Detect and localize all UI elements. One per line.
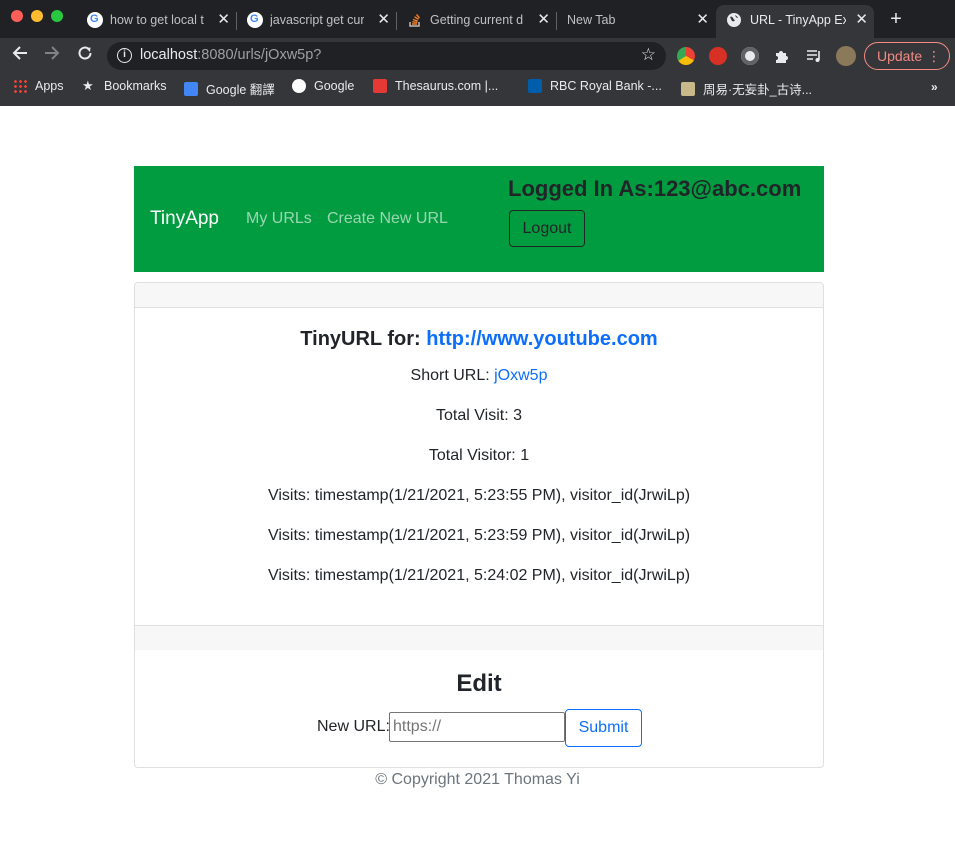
long-url-link[interactable]: http://www.youtube.com xyxy=(426,328,657,350)
total-visitor: Total Visitor: 1 xyxy=(428,447,530,464)
tab-title: New Tab xyxy=(567,13,616,27)
profile-avatar[interactable] xyxy=(836,46,856,66)
tinyurl-title: TinyURL for: http://www.youtube.com xyxy=(300,328,658,350)
navbar: TinyApp My URLs Create New URL Logged In… xyxy=(134,166,824,272)
brand-link[interactable]: TinyApp xyxy=(150,208,219,230)
browser-chrome: how to get local t ✕ javascript get cur … xyxy=(0,0,955,106)
address-bar[interactable]: i localhost:8080/urls/jOxw5p? ☆ xyxy=(107,42,666,70)
info-icon[interactable]: i xyxy=(117,48,132,63)
maximize-window-button[interactable] xyxy=(51,10,63,22)
star-icon: ★ xyxy=(82,78,94,93)
reload-icon[interactable] xyxy=(74,44,96,67)
tab-title: how to get local t xyxy=(110,13,204,27)
visit-entry: Visits: timestamp(1/21/2021, 5:23:59 PM)… xyxy=(267,527,691,544)
browser-tab-2[interactable]: javascript get cur ✕ xyxy=(244,5,396,38)
logged-in-text: Logged In As:123@abc.com xyxy=(508,176,802,201)
bookmark-google[interactable]: Google xyxy=(292,79,354,93)
google-icon xyxy=(247,12,263,28)
close-icon[interactable]: ✕ xyxy=(855,11,868,29)
more-vertical-icon[interactable]: ⋮ xyxy=(927,43,941,69)
close-icon[interactable]: ✕ xyxy=(217,11,230,29)
browser-tab-1[interactable]: how to get local t ✕ xyxy=(84,5,236,38)
adblock-icon[interactable] xyxy=(709,47,727,65)
zhouyi-icon xyxy=(681,81,695,96)
bookmark-apps[interactable]: Apps xyxy=(13,79,64,93)
close-icon[interactable]: ✕ xyxy=(377,11,390,29)
puzzle-extensions-icon[interactable] xyxy=(773,47,791,65)
new-url-label: New URL: xyxy=(317,718,390,735)
submit-button[interactable]: Submit xyxy=(565,709,642,747)
stackoverflow-icon xyxy=(407,12,423,28)
browser-tab-3[interactable]: Getting current d ✕ xyxy=(404,5,556,38)
new-tab-button[interactable]: + xyxy=(886,8,906,31)
browser-toolbar: i localhost:8080/urls/jOxw5p? ☆ Update ⋮ xyxy=(0,38,955,74)
card-divider xyxy=(135,625,823,650)
bookmarks-overflow-icon[interactable]: » xyxy=(931,80,938,94)
url-card: TinyURL for: http://www.youtube.com Shor… xyxy=(134,282,824,768)
new-url-input[interactable] xyxy=(389,712,565,742)
tab-title: javascript get cur xyxy=(270,13,364,27)
close-icon[interactable]: ✕ xyxy=(537,11,550,29)
media-control-icon[interactable] xyxy=(805,47,823,65)
google-icon xyxy=(292,79,306,93)
bookmark-star-icon[interactable]: ☆ xyxy=(641,45,656,65)
thesaurus-icon xyxy=(373,79,387,93)
edit-heading: Edit xyxy=(456,670,502,697)
tab-divider xyxy=(396,12,397,30)
browser-tab-active[interactable]: URL - TinyApp Ex ✕ xyxy=(716,5,874,38)
short-url-link[interactable]: jOxw5p xyxy=(494,367,547,384)
rbc-icon xyxy=(528,79,542,93)
update-button[interactable]: Update ⋮ xyxy=(864,42,950,70)
chrome-extension-icon[interactable] xyxy=(677,47,695,65)
card-header xyxy=(135,283,823,308)
apps-grid-icon xyxy=(13,79,27,93)
url-text[interactable]: localhost:8080/urls/jOxw5p? xyxy=(140,47,321,63)
bookmark-google-translate[interactable]: Google 翻譯 xyxy=(184,79,275,98)
globe-icon xyxy=(726,12,742,28)
copyright-footer: © Copyright 2021 Thomas Yi xyxy=(375,771,580,788)
nav-link-create-new-url[interactable]: Create New URL xyxy=(327,210,448,228)
close-icon[interactable]: ✕ xyxy=(696,11,709,29)
nav-link-my-urls[interactable]: My URLs xyxy=(246,210,312,228)
short-url-line: Short URL: jOxw5p xyxy=(410,367,548,384)
google-translate-icon xyxy=(184,81,198,96)
tab-divider xyxy=(236,12,237,30)
total-visit: Total Visit: 3 xyxy=(436,407,522,424)
tab-divider xyxy=(556,12,557,30)
logout-button[interactable]: Logout xyxy=(509,210,585,247)
tab-title: Getting current d xyxy=(430,13,524,27)
bookmark-rbc[interactable]: RBC Royal Bank -... xyxy=(528,79,662,93)
bookmark-zhouyi[interactable]: 周易·无妄卦_古诗... xyxy=(681,79,812,98)
bookmark-bookmarks[interactable]: ★ Bookmarks xyxy=(82,78,167,94)
record-extension-icon[interactable] xyxy=(741,47,759,65)
visit-entry: Visits: timestamp(1/21/2021, 5:23:55 PM)… xyxy=(267,487,691,504)
close-window-button[interactable] xyxy=(11,10,23,22)
back-icon[interactable] xyxy=(9,44,31,67)
visit-entry: Visits: timestamp(1/21/2021, 5:24:02 PM)… xyxy=(267,567,691,584)
forward-icon[interactable] xyxy=(41,44,63,67)
minimize-window-button[interactable] xyxy=(31,10,43,22)
browser-tab-4[interactable]: New Tab ✕ xyxy=(559,5,715,38)
bookmarks-bar: Apps ★ Bookmarks Google 翻譯 Google Thesau… xyxy=(0,74,955,102)
tab-strip: how to get local t ✕ javascript get cur … xyxy=(0,0,955,38)
google-icon xyxy=(87,12,103,28)
bookmark-thesaurus[interactable]: Thesaurus.com |... xyxy=(373,79,498,93)
tab-title: URL - TinyApp Ex xyxy=(750,13,846,27)
